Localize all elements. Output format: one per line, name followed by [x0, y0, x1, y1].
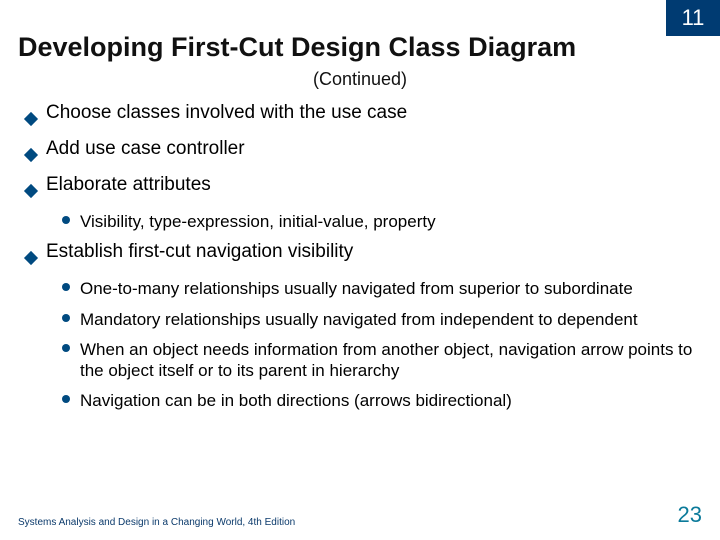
round-bullet-icon — [62, 395, 70, 403]
diamond-bullet-icon — [26, 144, 36, 166]
diamond-bullet-icon — [26, 108, 36, 130]
bullet-text: Elaborate attributes — [46, 174, 211, 196]
round-bullet-icon — [62, 314, 70, 322]
slide-subtitle: (Continued) — [18, 69, 702, 90]
bullet-text: Establish first-cut navigation visibilit… — [46, 241, 353, 263]
round-bullet-icon — [62, 344, 70, 352]
footer-source: Systems Analysis and Design in a Changin… — [18, 517, 295, 528]
bullet-list: Choose classes involved with the use cas… — [18, 102, 702, 202]
list-item: Navigation can be in both directions (ar… — [62, 390, 702, 411]
list-item: Elaborate attributes — [26, 174, 702, 202]
bullet-text: Add use case controller — [46, 138, 245, 160]
slide: 11 Developing First-Cut Design Class Dia… — [0, 0, 720, 540]
list-item: Choose classes involved with the use cas… — [26, 102, 702, 130]
diamond-bullet-icon — [26, 247, 36, 269]
list-item: Add use case controller — [26, 138, 702, 166]
slide-title: Developing First-Cut Design Class Diagra… — [18, 32, 702, 63]
sub-bullet-text: Navigation can be in both directions (ar… — [80, 390, 512, 411]
sub-bullet-text: When an object needs information from an… — [80, 339, 702, 382]
list-item: One-to-many relationships usually naviga… — [62, 278, 702, 299]
list-item: Visibility, type-expression, initial-val… — [62, 211, 702, 232]
round-bullet-icon — [62, 216, 70, 224]
list-item: When an object needs information from an… — [62, 339, 702, 382]
list-item: Establish first-cut navigation visibilit… — [26, 241, 702, 269]
footer: Systems Analysis and Design in a Changin… — [18, 502, 702, 528]
sub-bullet-text: One-to-many relationships usually naviga… — [80, 278, 633, 299]
bullet-text: Choose classes involved with the use cas… — [46, 102, 407, 124]
bullet-list: Establish first-cut navigation visibilit… — [18, 241, 702, 269]
sub-bullet-list: One-to-many relationships usually naviga… — [18, 278, 702, 411]
sub-bullet-text: Visibility, type-expression, initial-val… — [80, 211, 436, 232]
round-bullet-icon — [62, 283, 70, 291]
page-number: 23 — [678, 502, 702, 528]
diamond-bullet-icon — [26, 180, 36, 202]
sub-bullet-text: Mandatory relationships usually navigate… — [80, 309, 638, 330]
chapter-number-badge: 11 — [666, 0, 720, 36]
list-item: Mandatory relationships usually navigate… — [62, 309, 702, 330]
sub-bullet-list: Visibility, type-expression, initial-val… — [18, 211, 702, 232]
